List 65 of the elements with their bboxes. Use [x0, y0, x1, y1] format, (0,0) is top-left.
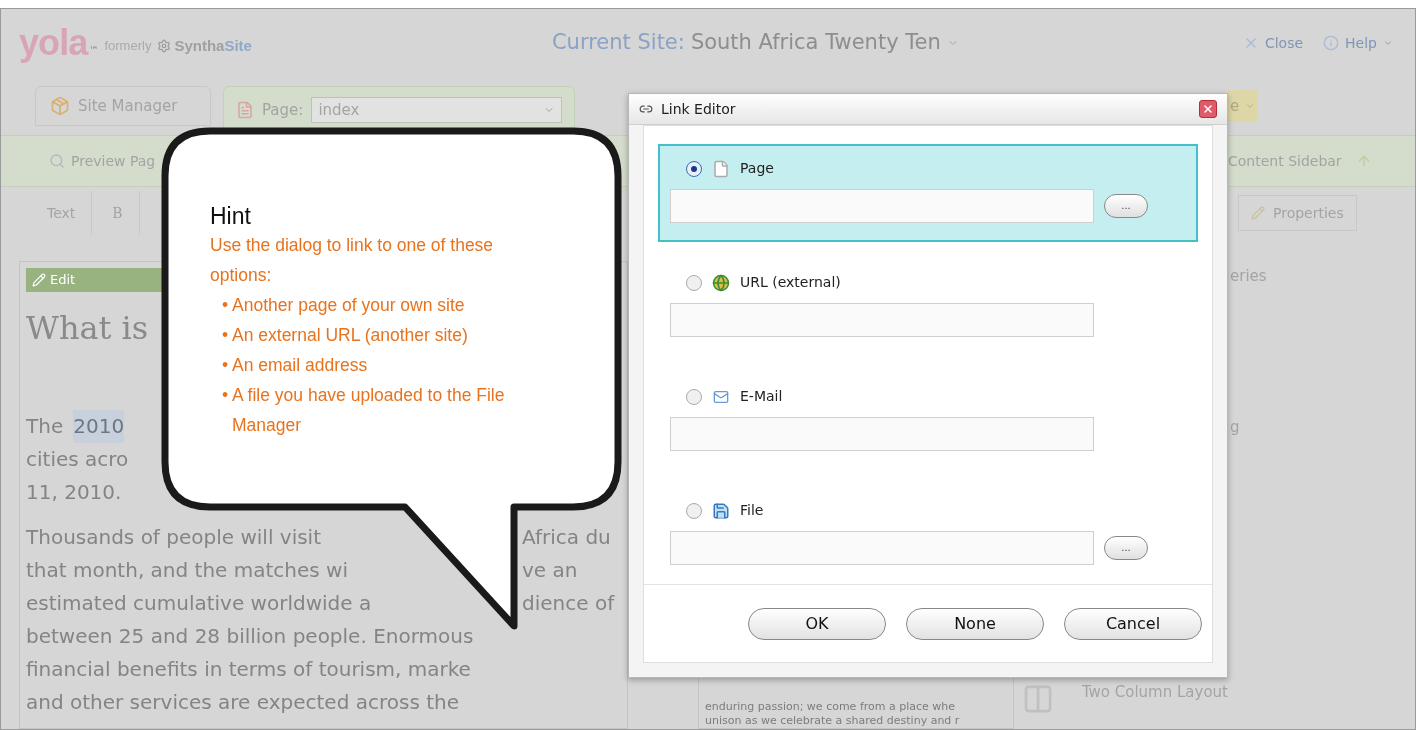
- hint-text: Use the dialog to link to one of these options:: [210, 234, 495, 287]
- preview-page-button[interactable]: Preview Pag: [49, 150, 156, 172]
- hint-bullet: • Another page of your own site: [221, 294, 466, 317]
- highlighted-text: 2010: [73, 410, 125, 443]
- close-icon: [1202, 103, 1214, 115]
- globe-icon: [712, 273, 730, 292]
- envelope-icon: [712, 388, 730, 405]
- dialog-button[interactable]: None: [906, 607, 1044, 640]
- edit-icon: [32, 273, 46, 287]
- article-text: estimated cumulative worldwide a: [26, 591, 372, 615]
- hint-bullet: • An external URL (another site): [221, 324, 469, 347]
- hint-title: Hint: [210, 202, 252, 230]
- content-sidebar-button[interactable]: Content Sidebar: [1228, 150, 1342, 172]
- option-label: Page: [740, 159, 774, 178]
- link-input-field[interactable]: [670, 417, 1094, 451]
- article-text: ve an: [522, 557, 578, 584]
- link-input-field[interactable]: [670, 189, 1094, 223]
- browse-button[interactable]: ...: [1104, 194, 1148, 218]
- page-select[interactable]: index: [311, 97, 562, 123]
- option-label: URL (external): [740, 273, 841, 292]
- current-site-label: Current Site:: [551, 29, 685, 57]
- page-icon: [712, 158, 730, 179]
- former-brand-logo: SynthaSite: [174, 35, 252, 56]
- article-text: and other services are expected across the: [26, 689, 460, 716]
- article-text: The: [26, 413, 64, 440]
- radio-button[interactable]: [686, 160, 702, 177]
- dialog-title: Link Editor: [661, 99, 736, 119]
- caret-icon: [1245, 101, 1256, 111]
- link-input-field[interactable]: [670, 303, 1094, 337]
- pencil-icon: [1251, 206, 1265, 220]
- browse-button[interactable]: ...: [1104, 536, 1148, 560]
- edit-label[interactable]: Edit: [50, 270, 76, 290]
- page-icon: [236, 100, 254, 120]
- close-button[interactable]: [1199, 100, 1217, 118]
- caret-icon: [1383, 38, 1393, 48]
- hint-bullet: • A file you have uploaded to the File Manager: [221, 384, 506, 437]
- dialog-button[interactable]: OK: [748, 607, 886, 640]
- radio-button[interactable]: [686, 274, 702, 291]
- article-text: Africa du: [522, 524, 611, 551]
- article-text: cities acro: [26, 446, 129, 473]
- snippet-text: unison as we celebrate a shared destiny and r: [705, 714, 961, 728]
- trademark: ™: [89, 43, 99, 57]
- article-text: Thousands of people will visit: [26, 525, 321, 549]
- dialog-button[interactable]: Cancel: [1064, 607, 1202, 640]
- option-label: E-Mail: [740, 387, 783, 406]
- hint-bullet: • An email address: [221, 354, 369, 377]
- link-input-field[interactable]: [670, 531, 1094, 565]
- article-heading: What is: [26, 308, 149, 349]
- close-link[interactable]: Close: [1242, 32, 1304, 54]
- link-icon: [639, 102, 653, 116]
- article-text: that month, and the matches wi: [26, 558, 348, 582]
- article-text: between 25 and 28 billion people. Enormous: [26, 623, 474, 650]
- search-icon: [49, 153, 65, 169]
- article-text: 11, 2010.: [26, 479, 122, 506]
- page-label: Page:: [262, 99, 304, 121]
- box-icon: [50, 96, 70, 116]
- current-site-name[interactable]: South Africa Twenty Ten: [690, 27, 941, 59]
- help-link[interactable]: Help: [1323, 32, 1393, 54]
- snippet-text: enduring passion; we come from a place whe: [705, 700, 957, 714]
- radio-button[interactable]: [686, 388, 702, 405]
- info-icon: [1323, 35, 1340, 51]
- radio-button[interactable]: [686, 502, 702, 519]
- article-text: financial benefits in terms of tourism, marke: [26, 656, 471, 683]
- option-label: File: [740, 501, 764, 520]
- article-text: dience of: [522, 590, 615, 617]
